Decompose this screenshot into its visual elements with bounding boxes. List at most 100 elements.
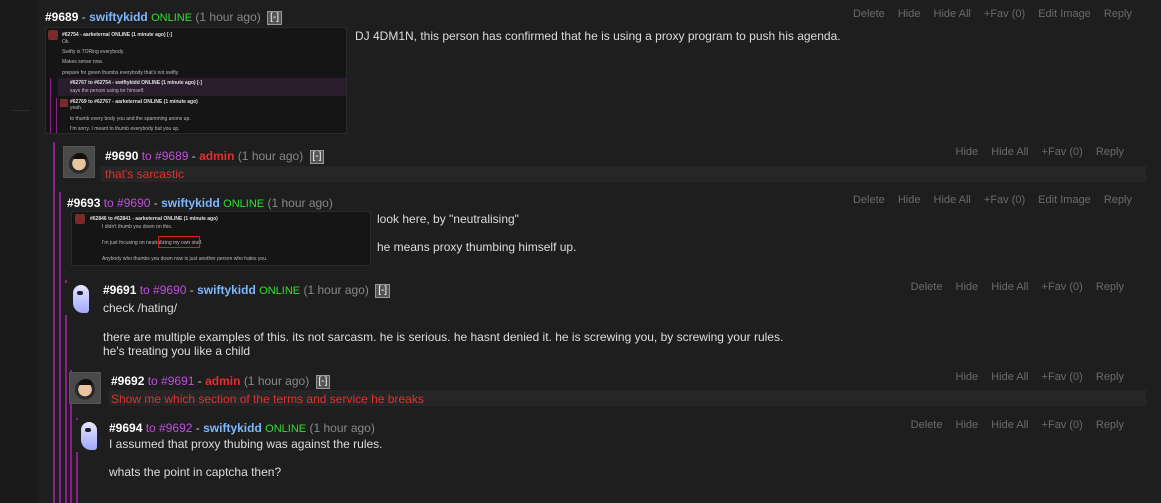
post-number[interactable]: #9694 <box>109 421 142 435</box>
reply-button[interactable]: Reply <box>1104 8 1132 20</box>
post-actions: Delete Hide Hide All +Fav (0) Reply <box>901 419 1124 431</box>
fav-button[interactable]: +Fav (0) <box>1042 146 1083 158</box>
hide-all-button[interactable]: Hide All <box>991 371 1028 383</box>
timestamp: (1 hour ago) <box>243 374 310 388</box>
post-actions: Delete Hide Hide All +Fav (0) Edit Image… <box>843 194 1132 206</box>
post-header: #9694 to #9692 - swiftykidd ONLINE (1 ho… <box>109 421 375 435</box>
thumb-text: Ok. <box>62 39 70 45</box>
thumb-text: to thumb every body you and the spamming… <box>70 116 191 122</box>
timestamp: (1 hour ago) <box>303 283 369 297</box>
hide-button[interactable]: Hide <box>956 371 979 383</box>
post-number[interactable]: #9693 <box>67 196 100 210</box>
avatar[interactable] <box>63 146 95 178</box>
thumb-text: #62754 - aarketernal ONLINE (1 minute ag… <box>62 32 173 38</box>
fav-button[interactable]: +Fav (0) <box>1042 371 1083 383</box>
thumb-text: #62767 to #62754 - swiftykidd ONLINE (1 … <box>70 80 202 86</box>
avatar[interactable] <box>69 372 101 404</box>
attached-image[interactable]: #62846 to #62841 - aarketernal ONLINE (1… <box>71 211 371 266</box>
reply-button[interactable]: Reply <box>1096 371 1124 383</box>
reply-button[interactable]: Reply <box>1096 419 1124 431</box>
thumb-text: #62846 to #62841 - aarketernal ONLINE (1… <box>90 216 218 222</box>
thumb-text: Anybody who thumbs you down now is just … <box>102 256 268 262</box>
collapse-button[interactable]: [-] <box>309 149 325 164</box>
fav-button[interactable]: +Fav (0) <box>1042 419 1083 431</box>
post-header: #9689 - swiftykidd ONLINE (1 hour ago) [… <box>45 10 283 25</box>
post-body-line: look here, by "neutralising" <box>377 212 519 226</box>
hide-button[interactable]: Hide <box>956 146 979 158</box>
hide-all-button[interactable]: Hide All <box>991 146 1028 158</box>
post-body: that's sarcastic <box>105 167 184 181</box>
edit-image-button[interactable]: Edit Image <box>1038 8 1091 20</box>
hide-all-button[interactable]: Hide All <box>991 281 1028 293</box>
reply-to-link[interactable]: to #9692 <box>146 421 193 435</box>
post-number[interactable]: #9692 <box>111 374 144 388</box>
delete-button[interactable]: Delete <box>911 419 943 431</box>
post-body-line: whats the point in captcha then? <box>109 465 282 479</box>
username[interactable]: swiftykidd <box>197 283 256 297</box>
reply-to-link[interactable]: to #9690 <box>140 283 187 297</box>
hide-all-button[interactable]: Hide All <box>934 8 971 20</box>
edit-image-button[interactable]: Edit Image <box>1038 194 1091 206</box>
avatar[interactable] <box>73 420 105 452</box>
fav-button[interactable]: +Fav (0) <box>984 194 1025 206</box>
reply-button[interactable]: Reply <box>1104 194 1132 206</box>
separator: - <box>189 283 194 297</box>
username[interactable]: admin <box>199 149 234 163</box>
thumb-text: #62769 to #62767 - aarketernal ONLINE (1… <box>70 99 198 105</box>
timestamp: (1 hour ago) <box>267 196 333 210</box>
collapse-button[interactable]: [-] <box>267 10 283 25</box>
username[interactable]: swiftykidd <box>203 421 262 435</box>
hide-all-button[interactable]: Hide All <box>934 194 971 206</box>
separator: - <box>195 421 200 435</box>
reply-to-link[interactable]: to #9691 <box>148 374 195 388</box>
delete-button[interactable]: Delete <box>853 194 885 206</box>
hide-button[interactable]: Hide <box>898 8 921 20</box>
attached-image[interactable]: #62754 - aarketernal ONLINE (1 minute ag… <box>45 27 347 134</box>
reply-to-link[interactable]: to #9690 <box>104 196 151 210</box>
post-header: #9690 to #9689 - admin (1 hour ago) [-] <box>105 149 325 164</box>
highlight-row <box>101 166 1146 182</box>
fav-button[interactable]: +Fav (0) <box>1042 281 1083 293</box>
fav-button[interactable]: +Fav (0) <box>984 8 1025 20</box>
ghost-icon <box>73 285 89 313</box>
online-status: ONLINE <box>223 198 265 210</box>
left-gutter <box>0 0 38 503</box>
avatar[interactable] <box>65 283 97 315</box>
online-status: ONLINE <box>151 12 193 24</box>
thumb-avatar <box>60 99 68 107</box>
post-actions: Hide Hide All +Fav (0) Reply <box>946 371 1125 383</box>
reply-to-link[interactable]: to #9689 <box>142 149 189 163</box>
collapse-button[interactable]: [-] <box>315 374 331 389</box>
hide-all-button[interactable]: Hide All <box>991 419 1028 431</box>
thumb-text: Swifty is TORing everybody. <box>62 49 125 55</box>
post-header: #9691 to #9690 - swiftykidd ONLINE (1 ho… <box>103 283 391 298</box>
thumb-text: yeah. <box>70 105 83 111</box>
post-header: #9693 to #9690 - swiftykidd ONLINE (1 ho… <box>67 196 333 210</box>
highlight-box <box>158 236 200 248</box>
thread-bar <box>53 142 55 503</box>
username[interactable]: swiftykidd <box>89 10 148 24</box>
delete-button[interactable]: Delete <box>853 8 885 20</box>
thread-bar <box>56 98 57 133</box>
post-number[interactable]: #9690 <box>105 149 138 163</box>
gutter-divider <box>12 110 30 111</box>
reply-button[interactable]: Reply <box>1096 146 1124 158</box>
timestamp: (1 hour ago) <box>195 10 261 24</box>
reply-button[interactable]: Reply <box>1096 281 1124 293</box>
hide-button[interactable]: Hide <box>898 194 921 206</box>
ghost-icon <box>81 422 97 450</box>
post-number[interactable]: #9691 <box>103 283 136 297</box>
post-number[interactable]: #9689 <box>45 10 78 24</box>
hide-button[interactable]: Hide <box>956 419 979 431</box>
username[interactable]: swiftykidd <box>161 196 220 210</box>
post-body-line: he's treating you like a child <box>103 344 251 358</box>
thread-bar <box>50 78 51 133</box>
collapse-button[interactable]: [-] <box>375 283 391 298</box>
thumb-text: I'm sorry. I meant to thumb everybody bu… <box>70 126 180 132</box>
post-header: #9692 to #9691 - admin (1 hour ago) [-] <box>111 374 331 389</box>
online-status: ONLINE <box>259 285 301 297</box>
hide-button[interactable]: Hide <box>956 281 979 293</box>
timestamp: (1 hour ago) <box>237 149 304 163</box>
username[interactable]: admin <box>205 374 240 388</box>
delete-button[interactable]: Delete <box>911 281 943 293</box>
